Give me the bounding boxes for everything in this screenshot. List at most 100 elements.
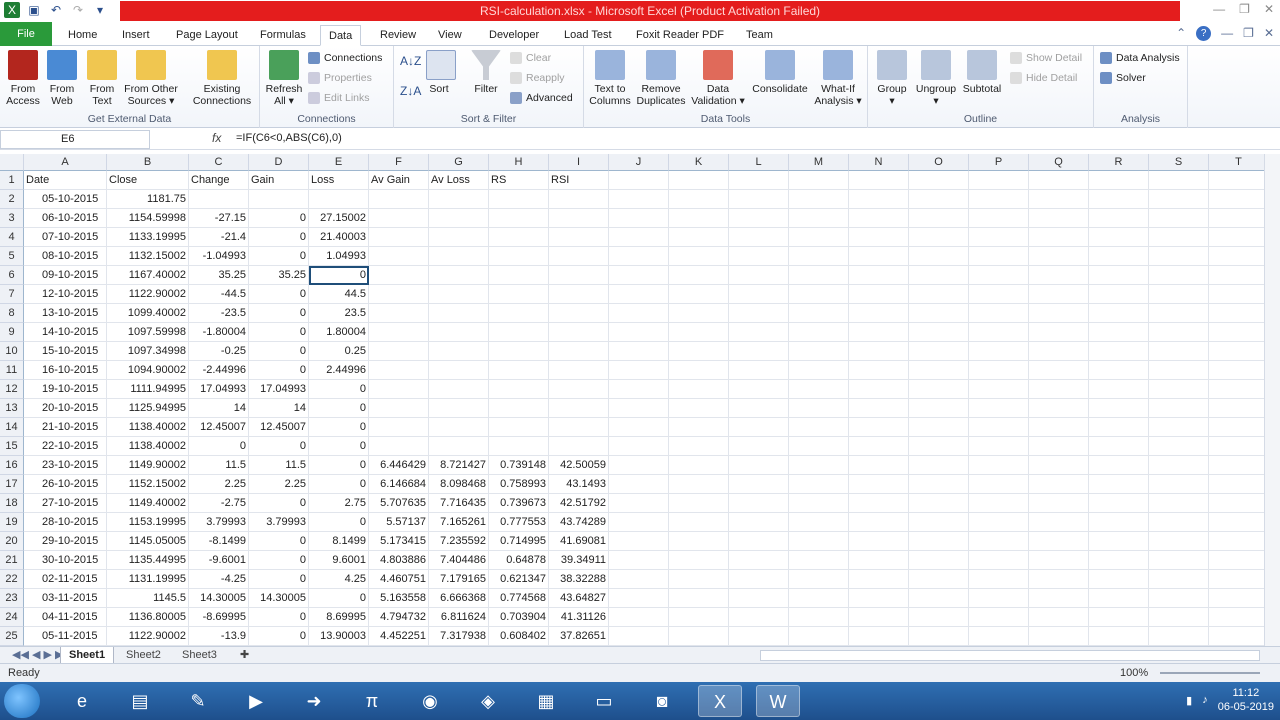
table-cell[interactable]: 17.04993 xyxy=(189,380,249,399)
table-cell[interactable] xyxy=(909,551,969,570)
table-cell[interactable] xyxy=(1089,608,1149,627)
table-cell[interactable] xyxy=(969,589,1029,608)
table-cell[interactable] xyxy=(1029,589,1089,608)
row-header[interactable]: 24 xyxy=(0,608,24,627)
table-cell[interactable]: 27.15002 xyxy=(309,209,369,228)
table-cell[interactable]: 5.163558 xyxy=(369,589,429,608)
table-cell[interactable]: 1145.5 xyxy=(107,589,189,608)
tab-file[interactable]: File xyxy=(0,22,52,46)
table-cell[interactable] xyxy=(609,589,669,608)
table-cell[interactable] xyxy=(669,532,729,551)
table-cell[interactable] xyxy=(1029,247,1089,266)
table-cell[interactable] xyxy=(729,627,789,646)
table-cell[interactable]: 0 xyxy=(309,380,369,399)
table-cell[interactable] xyxy=(549,342,609,361)
table-cell[interactable] xyxy=(789,380,849,399)
close-workbook-icon[interactable]: ✕ xyxy=(1264,26,1274,41)
table-cell[interactable]: 6.811624 xyxy=(429,608,489,627)
table-cell[interactable] xyxy=(1029,399,1089,418)
reapply-button[interactable]: Reapply xyxy=(510,72,565,84)
table-cell[interactable]: 0 xyxy=(309,513,369,532)
table-cell[interactable]: 1111.94995 xyxy=(107,380,189,399)
table-cell[interactable] xyxy=(969,209,1029,228)
table-cell[interactable] xyxy=(729,228,789,247)
table-cell[interactable] xyxy=(369,437,429,456)
table-cell[interactable] xyxy=(1149,551,1209,570)
table-cell[interactable] xyxy=(1149,513,1209,532)
table-cell[interactable] xyxy=(1209,418,1268,437)
table-cell[interactable] xyxy=(849,589,909,608)
restore-workbook-icon[interactable]: ❐ xyxy=(1243,26,1254,41)
table-cell[interactable] xyxy=(969,627,1029,646)
column-header[interactable]: P xyxy=(969,154,1029,171)
table-cell[interactable]: 0.621347 xyxy=(489,570,549,589)
tab-page-layout[interactable]: Page Layout xyxy=(168,25,246,46)
insert-sheet-icon[interactable]: ✚ xyxy=(232,647,257,664)
table-cell[interactable]: 2.25 xyxy=(189,475,249,494)
table-cell[interactable]: 14.30005 xyxy=(249,589,309,608)
save-icon[interactable]: ▣ xyxy=(26,2,42,18)
table-cell[interactable] xyxy=(1089,589,1149,608)
table-cell[interactable] xyxy=(669,437,729,456)
table-cell[interactable] xyxy=(969,456,1029,475)
zoom-level[interactable]: 100% xyxy=(1120,667,1148,679)
table-cell[interactable] xyxy=(1029,342,1089,361)
table-cell[interactable] xyxy=(969,418,1029,437)
column-header[interactable]: I xyxy=(549,154,609,171)
table-cell[interactable]: 39.34911 xyxy=(549,551,609,570)
table-cell[interactable]: 7.317938 xyxy=(429,627,489,646)
table-cell[interactable] xyxy=(369,266,429,285)
table-cell[interactable]: 0.703904 xyxy=(489,608,549,627)
table-cell[interactable] xyxy=(1029,532,1089,551)
table-cell[interactable] xyxy=(849,608,909,627)
table-cell[interactable] xyxy=(849,323,909,342)
table-cell[interactable] xyxy=(429,247,489,266)
formula-input[interactable]: =IF(C6<0,ABS(C6),0) xyxy=(236,132,342,144)
customize-icon[interactable]: ▾ xyxy=(92,2,108,18)
ie-icon[interactable]: e xyxy=(60,685,104,717)
table-cell[interactable] xyxy=(789,494,849,513)
collapse-ribbon-icon[interactable]: ⌃ xyxy=(1176,26,1186,41)
table-cell[interactable] xyxy=(1209,228,1268,247)
table-cell[interactable] xyxy=(609,513,669,532)
table-cell[interactable] xyxy=(489,437,549,456)
minimize-workbook-icon[interactable]: — xyxy=(1221,26,1233,41)
table-cell[interactable]: 22-10-2015 xyxy=(24,437,107,456)
table-cell[interactable] xyxy=(909,285,969,304)
table-cell[interactable] xyxy=(1029,323,1089,342)
table-cell[interactable] xyxy=(849,171,909,190)
vs-icon[interactable]: ◈ xyxy=(466,685,510,717)
table-cell[interactable]: 1132.15002 xyxy=(107,247,189,266)
sort-button[interactable]: Sort xyxy=(426,50,456,95)
table-cell[interactable] xyxy=(1209,532,1268,551)
table-cell[interactable] xyxy=(1089,494,1149,513)
table-cell[interactable] xyxy=(549,247,609,266)
table-cell[interactable] xyxy=(189,190,249,209)
table-cell[interactable]: 0.64878 xyxy=(489,551,549,570)
table-cell[interactable] xyxy=(1209,513,1268,532)
table-cell[interactable] xyxy=(1029,456,1089,475)
table-cell[interactable] xyxy=(1149,589,1209,608)
from-access-button[interactable]: From Access xyxy=(4,50,42,107)
table-cell[interactable]: 3.79993 xyxy=(189,513,249,532)
volume-icon[interactable]: ♪ xyxy=(1202,694,1208,706)
table-cell[interactable] xyxy=(1029,285,1089,304)
table-cell[interactable] xyxy=(1149,380,1209,399)
table-cell[interactable]: 0.714995 xyxy=(489,532,549,551)
sheet-tab-sheet2[interactable]: Sheet2 xyxy=(118,647,169,664)
folder-icon[interactable]: ▭ xyxy=(582,685,626,717)
table-cell[interactable]: Close xyxy=(107,171,189,190)
table-cell[interactable] xyxy=(789,171,849,190)
table-cell[interactable] xyxy=(609,323,669,342)
tab-formulas[interactable]: Formulas xyxy=(252,25,314,46)
table-cell[interactable] xyxy=(849,437,909,456)
table-cell[interactable]: 7.165261 xyxy=(429,513,489,532)
data-validation-button[interactable]: Data Validation ▾ xyxy=(690,50,746,107)
table-cell[interactable] xyxy=(669,209,729,228)
table-cell[interactable] xyxy=(849,570,909,589)
table-cell[interactable] xyxy=(969,190,1029,209)
table-cell[interactable] xyxy=(609,228,669,247)
table-cell[interactable] xyxy=(429,399,489,418)
close-icon[interactable]: ✕ xyxy=(1264,2,1274,16)
table-cell[interactable] xyxy=(309,190,369,209)
